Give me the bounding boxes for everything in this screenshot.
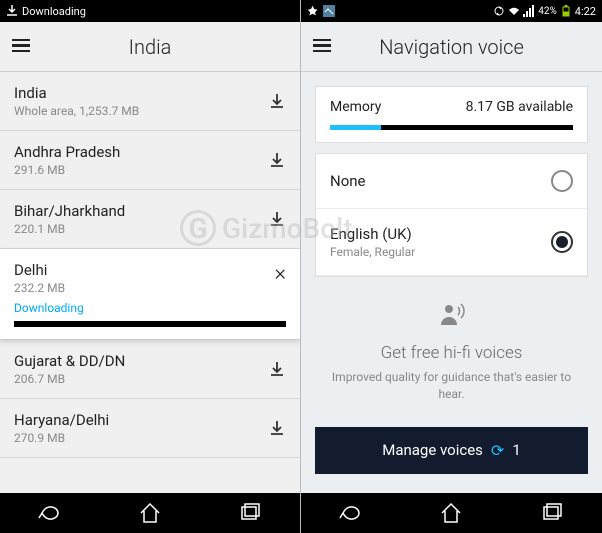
list-item-downloading[interactable]: Delhi 232.2 MB Downloading × bbox=[0, 249, 300, 340]
right-panel: 42% 4:22 Navigation voice Memory 8.17 GB… bbox=[301, 0, 602, 533]
memory-bar bbox=[330, 125, 573, 130]
battery-icon bbox=[560, 5, 572, 17]
memory-label: Memory bbox=[330, 99, 381, 115]
back-button[interactable] bbox=[37, 500, 63, 526]
status-text: Downloading bbox=[22, 5, 86, 18]
status-bar-right: 42% 4:22 bbox=[301, 0, 602, 22]
header-right: Navigation voice bbox=[301, 22, 602, 72]
manage-voices-button[interactable]: Manage voices ⟳ 1 bbox=[315, 427, 588, 474]
page-title: Navigation voice bbox=[335, 35, 568, 59]
download-icon[interactable] bbox=[268, 92, 286, 110]
promo-desc: Improved quality for guidance that's eas… bbox=[325, 369, 578, 403]
menu-button[interactable] bbox=[313, 36, 335, 58]
page-title: India bbox=[34, 35, 266, 59]
menu-button[interactable] bbox=[12, 36, 34, 58]
list-item[interactable]: IndiaWhole area, 1,253.7 MB bbox=[0, 72, 300, 131]
promo-section: Get free hi-fi voices Improved quality f… bbox=[301, 277, 602, 419]
memory-value: 8.17 GB available bbox=[466, 99, 573, 115]
clock: 4:22 bbox=[575, 5, 596, 18]
voice-promo-icon bbox=[325, 301, 578, 335]
download-list: IndiaWhole area, 1,253.7 MB Andhra Prade… bbox=[0, 72, 300, 493]
left-panel: Downloading India IndiaWhole area, 1,253… bbox=[0, 0, 301, 533]
list-item[interactable]: Gujarat & DD/DN206.7 MB bbox=[0, 340, 300, 399]
list-item[interactable]: Bihar/Jharkhand220.1 MB bbox=[0, 190, 300, 249]
radio-button[interactable] bbox=[551, 170, 573, 192]
download-status-icon bbox=[6, 5, 18, 17]
header-left: India bbox=[0, 22, 300, 72]
voice-list: None English (UK)Female, Regular bbox=[315, 153, 588, 277]
home-button[interactable] bbox=[137, 500, 163, 526]
home-button[interactable] bbox=[438, 500, 464, 526]
download-icon[interactable] bbox=[268, 151, 286, 169]
app-icon bbox=[323, 5, 335, 17]
rotate-icon bbox=[493, 5, 505, 17]
download-icon[interactable] bbox=[268, 360, 286, 378]
recent-button[interactable] bbox=[237, 500, 263, 526]
memory-card: Memory 8.17 GB available bbox=[315, 86, 588, 143]
sync-icon: ⟳ bbox=[491, 441, 504, 460]
status-bar-left: Downloading bbox=[0, 0, 300, 22]
back-button[interactable] bbox=[338, 500, 364, 526]
pin-icon bbox=[307, 5, 319, 17]
download-icon[interactable] bbox=[268, 419, 286, 437]
voice-option-english-uk[interactable]: English (UK)Female, Regular bbox=[316, 209, 587, 276]
navbar-right bbox=[301, 493, 602, 533]
wifi-icon bbox=[508, 5, 520, 17]
list-item[interactable]: Haryana/Delhi270.9 MB bbox=[0, 399, 300, 458]
radio-button[interactable] bbox=[551, 231, 573, 253]
battery-percent: 42% bbox=[538, 6, 557, 17]
signal-icon bbox=[523, 5, 535, 17]
cancel-download-button[interactable]: × bbox=[266, 261, 286, 286]
list-item[interactable]: Andhra Pradesh291.6 MB bbox=[0, 131, 300, 190]
download-icon[interactable] bbox=[268, 210, 286, 228]
navbar-left bbox=[0, 493, 300, 533]
progress-bar bbox=[14, 321, 286, 327]
recent-button[interactable] bbox=[539, 500, 565, 526]
promo-title: Get free hi-fi voices bbox=[325, 343, 578, 363]
voice-option-none[interactable]: None bbox=[316, 154, 587, 209]
